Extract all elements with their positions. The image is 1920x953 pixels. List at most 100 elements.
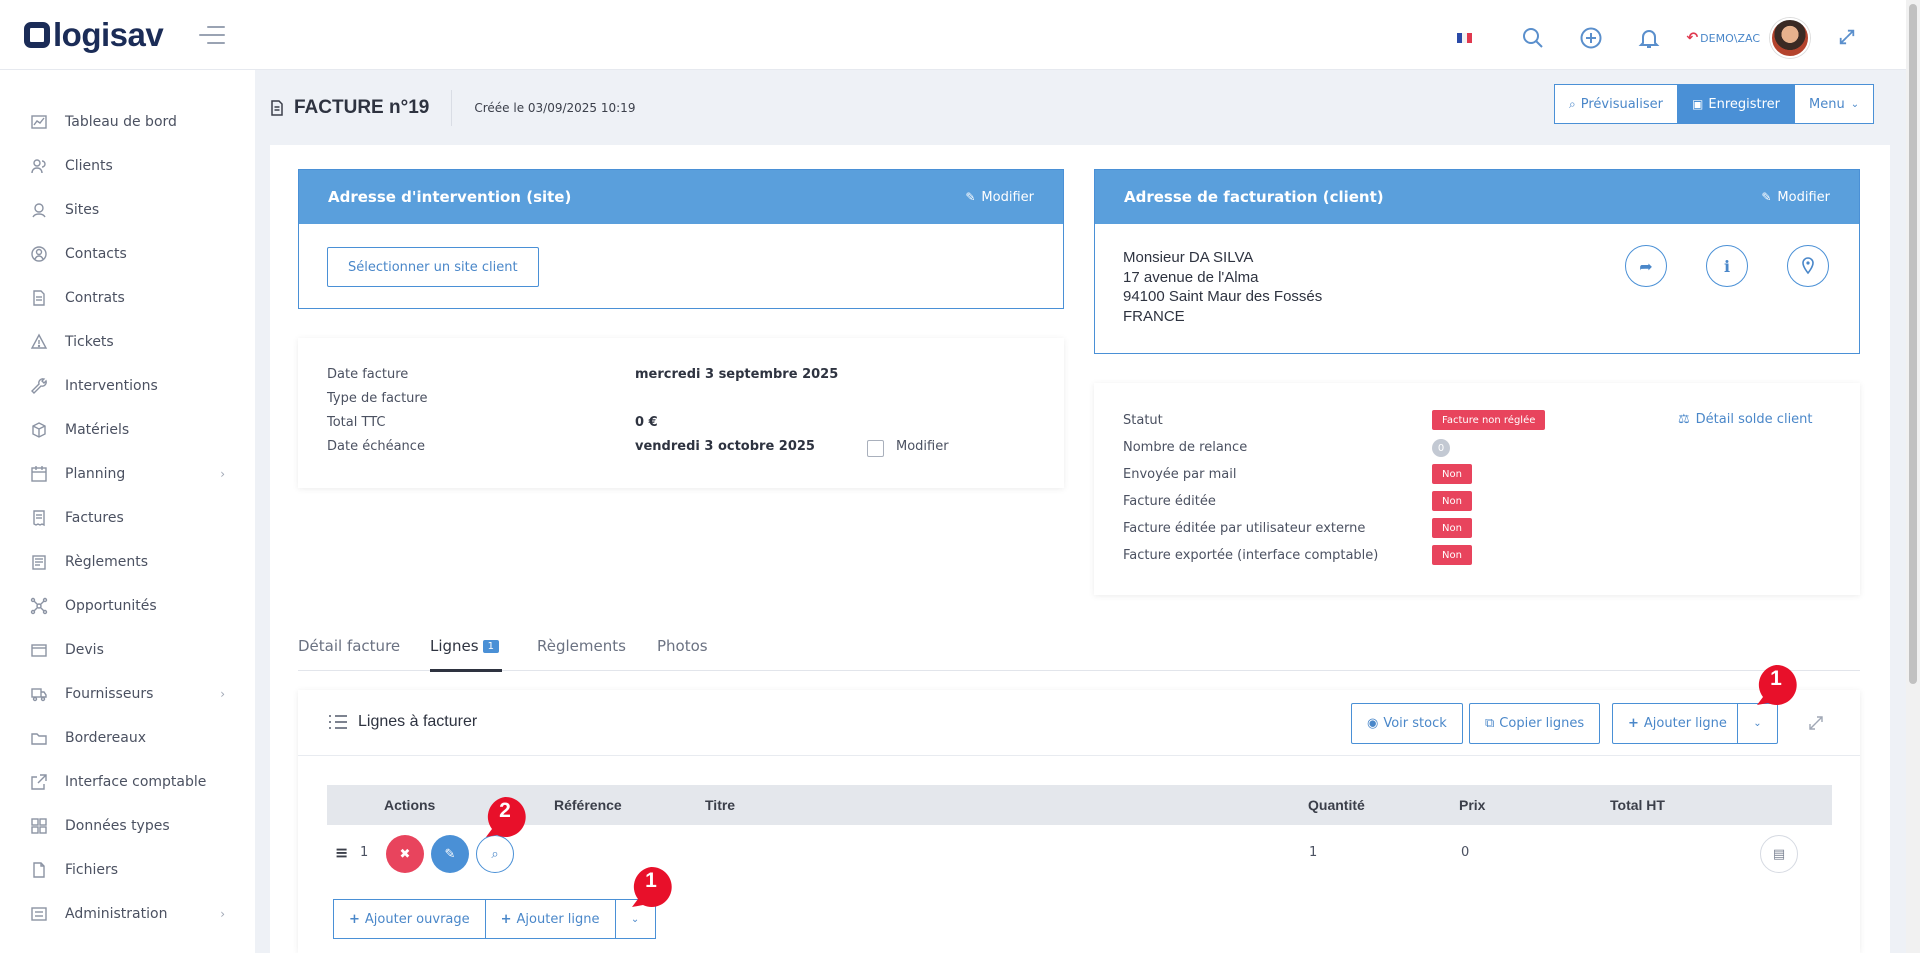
- view-stock-label: Voir stock: [1383, 716, 1447, 731]
- tab-photos[interactable]: Photos: [657, 637, 708, 655]
- intervention-address-header: Adresse d'intervention (site) ✎ Modifier: [299, 170, 1063, 224]
- add-work-button[interactable]: + Ajouter ouvrage: [333, 899, 486, 939]
- balance-detail-link[interactable]: ⚖ Détail solde client: [1678, 412, 1813, 427]
- tab-label: Lignes: [430, 637, 479, 655]
- sidebar-item-fournisseurs[interactable]: Fournisseurs ›: [0, 672, 255, 716]
- search-icon: ⌕: [1569, 96, 1576, 111]
- balance-detail-label: Détail solde client: [1695, 412, 1813, 427]
- tab-invoice-detail[interactable]: Détail facture: [298, 637, 400, 655]
- location-icon: [30, 201, 48, 219]
- add-line-bottom-button[interactable]: + Ajouter ligne: [485, 899, 616, 939]
- avatar[interactable]: [1770, 18, 1810, 58]
- sidebar-item-administration[interactable]: Administration ›: [0, 892, 255, 936]
- language-flag-icon[interactable]: [1457, 33, 1473, 43]
- header-buttons: ⌕ Prévisualiser ▣ Enregistrer Menu ⌄: [1554, 84, 1875, 124]
- modify-label: Modifier: [981, 189, 1034, 205]
- sidebar-item-label: Clients: [65, 158, 113, 174]
- menu-toggle-icon[interactable]: [199, 26, 225, 50]
- modify-billing-address-button[interactable]: ✎ Modifier: [1761, 190, 1830, 205]
- client-address: Monsieur DA SILVA 17 avenue de l'Alma 94…: [1123, 248, 1322, 326]
- user-switch[interactable]: ↶ DEMO\ZAC: [1686, 30, 1760, 46]
- sidebar-item-reglements[interactable]: Règlements: [0, 540, 255, 584]
- drag-handle-icon[interactable]: ≡: [335, 843, 348, 862]
- sidebar-item-interventions[interactable]: Interventions: [0, 364, 255, 408]
- sidebar-item-donnees-types[interactable]: Données types: [0, 804, 255, 848]
- sidebar-item-label: Contrats: [65, 290, 125, 306]
- type-label: Type de facture: [327, 391, 428, 406]
- add-line-button[interactable]: + Ajouter ligne: [1612, 703, 1743, 744]
- top-actions: ↶ DEMO\ZAC: [1457, 18, 1858, 58]
- add-line-dropdown-button[interactable]: ⌄: [1737, 703, 1778, 744]
- sidebar-item-interface-comptable[interactable]: Interface comptable: [0, 760, 255, 804]
- plus-icon: +: [349, 911, 360, 927]
- floppy-icon: ▣: [1692, 97, 1704, 111]
- column-header: Prix: [1459, 797, 1486, 813]
- menu-label: Menu: [1809, 96, 1845, 112]
- billing-address-card: Adresse de facturation (client) ✎ Modifi…: [1094, 169, 1860, 354]
- sidebar-item-contacts[interactable]: Contacts: [0, 232, 255, 276]
- due-value: vendredi 3 octobre 2025: [635, 439, 815, 454]
- map-pin-icon[interactable]: [1787, 245, 1829, 287]
- select-site-button[interactable]: Sélectionner un site client: [327, 247, 539, 287]
- status-badge: Facture non réglée: [1432, 410, 1546, 430]
- client-address-line: Monsieur DA SILVA: [1123, 249, 1254, 266]
- page-title: FACTURE n°19: [294, 97, 430, 118]
- return-icon: ↶: [1686, 30, 1699, 46]
- row-quantity: 1: [1309, 845, 1318, 860]
- search-icon[interactable]: [1520, 25, 1546, 51]
- info-icon[interactable]: i: [1706, 245, 1748, 287]
- sidebar-item-label: Administration: [65, 906, 168, 922]
- row-price: 0: [1461, 845, 1470, 860]
- share-icon[interactable]: ➦: [1625, 245, 1667, 287]
- sidebar-item-tableau-de-bord[interactable]: Tableau de bord: [0, 100, 255, 144]
- copy-lines-button[interactable]: ⧉ Copier lignes: [1469, 703, 1601, 744]
- due-label: Date échéance: [327, 439, 425, 454]
- menu-button[interactable]: Menu ⌄: [1795, 84, 1875, 124]
- modify-due-checkbox[interactable]: [867, 440, 884, 457]
- plus-icon: +: [1628, 716, 1639, 731]
- tab-payments[interactable]: Règlements: [537, 637, 626, 655]
- page-scrollbar[interactable]: [1906, 0, 1920, 953]
- expand-icon[interactable]: [1808, 715, 1824, 731]
- tab-lines[interactable]: Lignes 1: [430, 637, 499, 655]
- search-line-button[interactable]: ⌕: [476, 835, 514, 873]
- sidebar-item-contrats[interactable]: Contrats: [0, 276, 255, 320]
- sidebar-item-label: Tickets: [65, 334, 114, 350]
- scale-icon: ⚖: [1678, 412, 1690, 427]
- contract-icon: [30, 289, 48, 307]
- chevron-right-icon: ›: [220, 467, 225, 481]
- edit-line-button[interactable]: ✎: [431, 835, 469, 873]
- sidebar-item-devis[interactable]: Devis: [0, 628, 255, 672]
- clipboard-icon[interactable]: ▤: [1760, 835, 1798, 873]
- sidebar-item-planning[interactable]: Planning ›: [0, 452, 255, 496]
- add-circle-icon[interactable]: [1578, 25, 1604, 51]
- sidebar-item-tickets[interactable]: Tickets: [0, 320, 255, 364]
- view-stock-button[interactable]: ◉ Voir stock: [1351, 703, 1463, 744]
- column-header: Titre: [705, 797, 736, 813]
- bell-icon[interactable]: [1636, 25, 1662, 51]
- date-label: Date facture: [327, 367, 409, 382]
- network-icon: [30, 597, 48, 615]
- save-button[interactable]: ▣ Enregistrer: [1678, 84, 1796, 124]
- copy-lines-label: Copier lignes: [1499, 716, 1585, 731]
- sidebar-item-bordereaux[interactable]: Bordereaux: [0, 716, 255, 760]
- sidebar-item-sites[interactable]: Sites: [0, 188, 255, 232]
- sidebar-item-materiels[interactable]: Matériels: [0, 408, 255, 452]
- logo[interactable]: logisav: [24, 16, 164, 54]
- fullscreen-icon[interactable]: [1838, 28, 1858, 48]
- reminders-badge: 0: [1432, 439, 1450, 457]
- sidebar-item-factures[interactable]: Factures: [0, 496, 255, 540]
- preview-button[interactable]: ⌕ Prévisualiser: [1554, 84, 1679, 124]
- reminders-label: Nombre de relance: [1123, 440, 1248, 455]
- chevron-down-icon: ⌄: [630, 913, 640, 925]
- sidebar-item-fichiers[interactable]: Fichiers: [0, 848, 255, 892]
- sidebar-item-opportunites[interactable]: Opportunités: [0, 584, 255, 628]
- exported-badge: Non: [1432, 545, 1472, 565]
- client-address-line: 17 avenue de l'Alma: [1123, 268, 1259, 286]
- sidebar-item-clients[interactable]: Clients: [0, 144, 255, 188]
- delete-line-button[interactable]: ✖: [386, 835, 424, 873]
- tab-label: Détail facture: [298, 637, 401, 655]
- plus-icon: +: [500, 911, 512, 927]
- modify-intervention-address-button[interactable]: ✎ Modifier: [965, 190, 1034, 205]
- sidebar-item-label: Sites: [65, 202, 100, 218]
